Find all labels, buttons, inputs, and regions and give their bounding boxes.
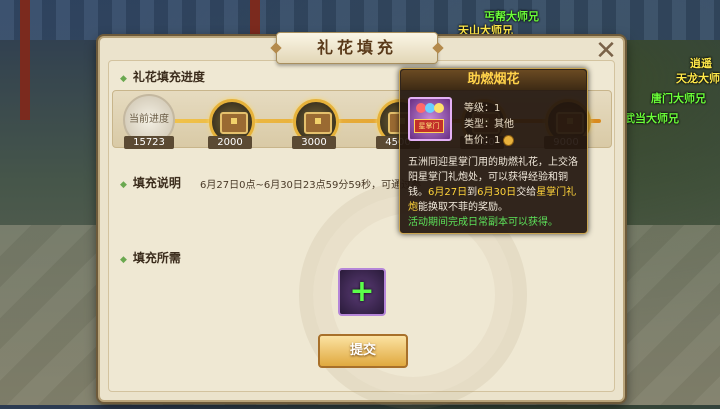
balloon-icon	[434, 103, 444, 113]
description-date-start: 6月27日	[428, 187, 468, 198]
npc-name[interactable]: 武当大师兄	[624, 110, 679, 126]
plus-icon: +	[349, 274, 375, 309]
price-value: 1	[494, 135, 501, 146]
instructions-section-text: 填充说明	[132, 176, 181, 190]
npc-name[interactable]: 逍遥	[690, 55, 712, 71]
fireworks-item-icon: 星掌门	[408, 97, 452, 141]
type-value: 其他	[494, 119, 514, 130]
item-icon-sign: 星掌门	[414, 119, 444, 133]
tooltip-type-row: 类型：其他	[464, 115, 514, 130]
description-give-to: 交给	[516, 187, 537, 198]
item-tooltip: 助燃烟花 星掌门 等级：1 类型：其他 售价：1 五洲同迎星掌门用的助燃礼花，上…	[399, 68, 588, 234]
price-label: 售价：	[464, 135, 494, 146]
npc-name[interactable]: 唐门大师兄	[651, 90, 706, 106]
progress-section-label: ◆ 礼花填充进度	[120, 68, 205, 85]
progress-section-text: 礼花填充进度	[132, 70, 205, 84]
tooltip-price-row: 售价：1	[464, 131, 515, 146]
tier-threshold-label: 2000	[208, 136, 252, 149]
instructions-section-label: ◆ 填充说明	[120, 174, 181, 191]
description-obtain-hint: 活动期间完成日常副本可以获得。	[408, 217, 558, 228]
tooltip-description: 五洲同迎星掌门用的助燃礼花，上交洛阳星掌门礼炮处，可以获得经验和铜钱。6月27日…	[408, 155, 582, 230]
description-reward: 能换取不菲的奖励。	[418, 202, 508, 213]
dialog-title: 礼花填充	[276, 32, 438, 64]
current-progress-value: 15723	[124, 136, 174, 149]
leaf-bullet-icon: ◆	[120, 255, 127, 265]
leaf-bullet-icon: ◆	[120, 180, 127, 190]
background-pillar	[20, 0, 30, 120]
npc-name[interactable]: 天龙大师	[676, 70, 720, 86]
tooltip-level-row: 等级：1	[464, 99, 500, 114]
tooltip-item-name: 助燃烟花	[401, 70, 586, 90]
level-label: 等级：	[464, 103, 494, 114]
coin-icon	[503, 134, 515, 146]
type-label: 类型：	[464, 119, 494, 130]
description-date-end: 6月30日	[477, 187, 517, 198]
close-button[interactable]: ✕	[593, 38, 619, 64]
submit-button[interactable]: 提交	[318, 334, 408, 368]
level-value: 1	[494, 103, 501, 114]
required-section-label: ◆ 填充所需	[120, 249, 181, 266]
description-to: 到	[467, 187, 478, 198]
required-section-text: 填充所需	[132, 251, 181, 265]
required-item-slot[interactable]: +	[338, 268, 386, 316]
tier-threshold-label: 3000	[292, 136, 336, 149]
leaf-bullet-icon: ◆	[120, 74, 127, 84]
instructions-text: 6月27日0点~6月30日23点59分59秒，可通过参	[200, 180, 422, 191]
